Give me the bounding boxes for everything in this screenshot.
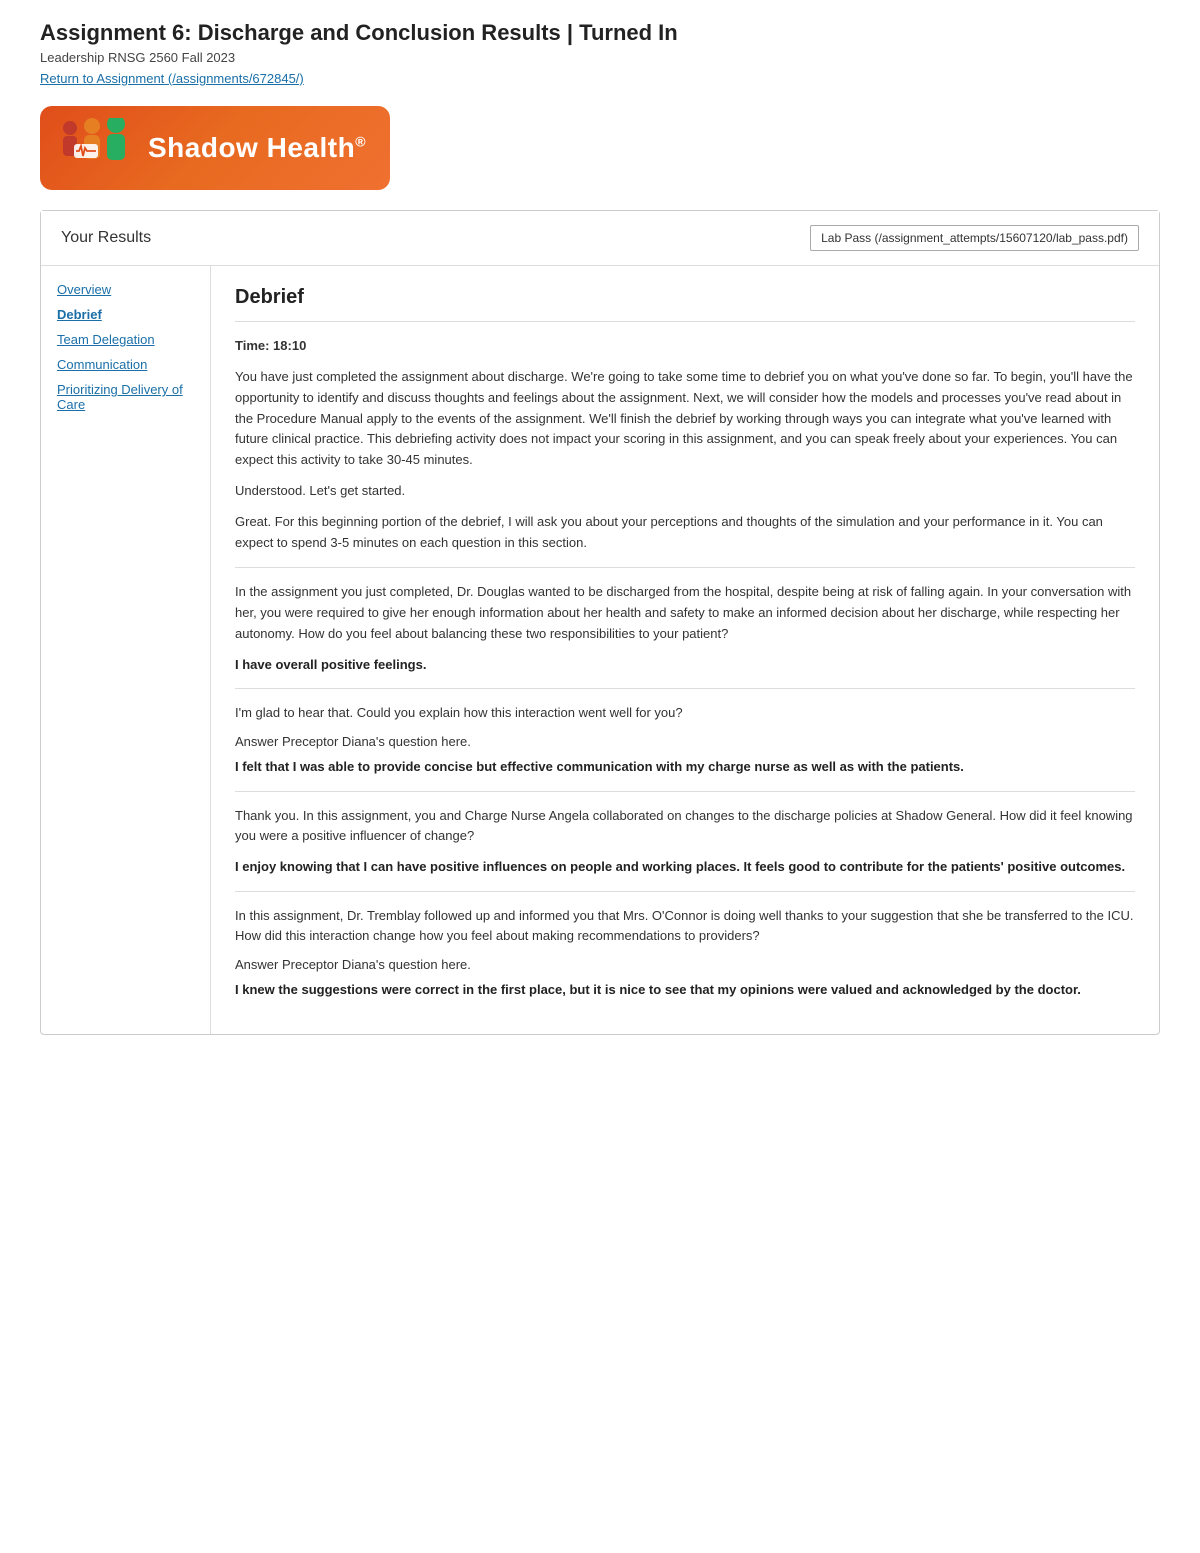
debrief-answer-1: I have overall positive feelings. [235,655,1135,675]
logo-svg [56,118,136,178]
results-header: Your Results Lab Pass (/assignment_attem… [41,211,1159,266]
separator-1 [235,567,1135,568]
return-link[interactable]: Return to Assignment (/assignments/67284… [40,71,304,86]
debrief-answer-4: I knew the suggestions were correct in t… [235,980,1135,1000]
debrief-answer-2: I felt that I was able to provide concis… [235,757,1135,777]
debrief-answer-3: I enjoy knowing that I can have positive… [235,857,1135,877]
debrief-text-6: Thank you. In this assignment, you and C… [235,806,1135,848]
debrief-text-4: In the assignment you just completed, Dr… [235,582,1135,644]
debrief-block-5: In this assignment, Dr. Tremblay followe… [235,906,1135,1000]
sidebar-item-prioritizing[interactable]: Prioritizing Delivery of Care [57,382,194,412]
debrief-block-3: I'm glad to hear that. Could you explain… [235,703,1135,776]
answer-prompt-1: Answer Preceptor Diana's question here. [235,734,1135,749]
sidebar-item-team-delegation[interactable]: Team Delegation [57,332,194,347]
results-title: Your Results [61,229,151,247]
debrief-text-3: Great. For this beginning portion of the… [235,512,1135,554]
page-header: Assignment 6: Discharge and Conclusion R… [40,20,1160,86]
separator-3 [235,791,1135,792]
debrief-text-5: I'm glad to hear that. Could you explain… [235,703,1135,724]
page-subtitle: Leadership RNSG 2560 Fall 2023 [40,50,1160,65]
page-title: Assignment 6: Discharge and Conclusion R… [40,20,1160,46]
debrief-block-2: In the assignment you just completed, Dr… [235,582,1135,674]
separator-4 [235,891,1135,892]
debrief-text-1: You have just completed the assignment a… [235,367,1135,471]
sidebar-item-overview[interactable]: Overview [57,282,194,297]
debrief-block-1: You have just completed the assignment a… [235,367,1135,553]
sidebar-item-communication[interactable]: Communication [57,357,194,372]
sidebar: Overview Debrief Team Delegation Communi… [41,266,211,1034]
logo-container: Shadow Health® [40,106,1160,190]
debrief-title: Debrief [235,286,1135,322]
sidebar-item-debrief[interactable]: Debrief [57,307,194,322]
logo-registered: ® [355,134,366,150]
debrief-text-7: In this assignment, Dr. Tremblay followe… [235,906,1135,948]
time-label: Time: 18:10 [235,338,1135,353]
results-container: Your Results Lab Pass (/assignment_attem… [40,210,1160,1035]
separator-2 [235,688,1135,689]
logo-brand-text: Shadow Health [148,132,355,163]
logo-box: Shadow Health® [40,106,390,190]
main-content: Debrief Time: 18:10 You have just comple… [211,266,1159,1034]
logo-text: Shadow Health® [148,132,366,164]
debrief-block-4: Thank you. In this assignment, you and C… [235,806,1135,877]
results-body: Overview Debrief Team Delegation Communi… [41,266,1159,1034]
lab-pass-button[interactable]: Lab Pass (/assignment_attempts/15607120/… [810,225,1139,251]
answer-prompt-2: Answer Preceptor Diana's question here. [235,957,1135,972]
debrief-text-2: Understood. Let's get started. [235,481,1135,502]
